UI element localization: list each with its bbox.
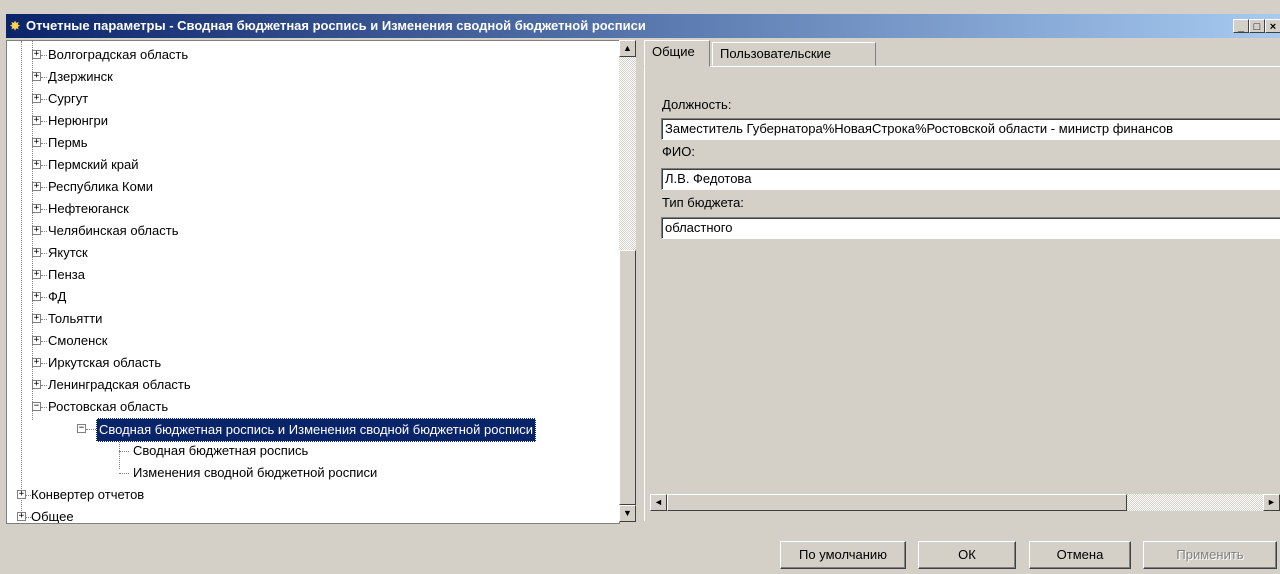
budget-type-label: Тип бюджета: xyxy=(662,195,744,210)
tab-general[interactable]: Общие xyxy=(644,40,710,67)
tree-item-label: Смоленск xyxy=(48,333,108,348)
tree-item-label: Челябинская область xyxy=(48,223,179,238)
scroll-down-button[interactable]: ▼ xyxy=(619,505,636,522)
minimize-button[interactable]: _ xyxy=(1233,19,1249,33)
expand-icon[interactable]: + xyxy=(32,358,41,367)
tree-item-label: Общее xyxy=(31,509,74,524)
tree-item-label: Ростовская область xyxy=(48,399,169,414)
tab-label: Пользовательские xyxy=(720,46,832,61)
tree-item-label: Волгоградская область xyxy=(48,47,189,62)
expand-icon[interactable]: + xyxy=(32,248,41,257)
expand-icon[interactable]: + xyxy=(32,50,41,59)
expand-icon[interactable]: + xyxy=(32,72,41,81)
tree-item-label: ФД xyxy=(48,289,67,304)
expand-icon[interactable]: + xyxy=(32,336,41,345)
tree-item-label: Конвертер отчетов xyxy=(31,487,145,502)
position-label: Должность: xyxy=(662,97,732,112)
tab-custom[interactable]: Пользовательские xyxy=(712,42,876,66)
tree-connector xyxy=(21,41,22,513)
tree-item-label: Нерюнгри xyxy=(48,113,109,128)
expand-icon[interactable]: + xyxy=(32,292,41,301)
expand-icon[interactable]: + xyxy=(32,314,41,323)
report-tree: + Волгоградская область + Дзержинск + Сургу… xyxy=(6,40,620,524)
expand-icon[interactable]: + xyxy=(32,270,41,279)
expand-icon[interactable]: + xyxy=(32,182,41,191)
tree-item-label: Пермь xyxy=(48,135,88,150)
expand-icon[interactable]: + xyxy=(32,116,41,125)
tree-item-label: Якутск xyxy=(48,245,88,260)
default-button[interactable]: По умолчанию xyxy=(780,541,906,569)
collapse-icon[interactable]: − xyxy=(77,424,86,433)
cancel-button[interactable]: Отмена xyxy=(1029,541,1131,569)
title-bar[interactable]: ✸ Отчетные параметры - Сводная бюджетная… xyxy=(6,14,1280,38)
expand-icon[interactable]: + xyxy=(32,380,41,389)
ok-button[interactable]: ОК xyxy=(918,541,1016,569)
tree-item-label: Пермский край xyxy=(48,157,139,172)
tree-item-label: Ленинградская область xyxy=(48,377,191,392)
close-button[interactable]: × xyxy=(1265,19,1280,33)
app-icon: ✸ xyxy=(10,19,21,33)
expand-icon[interactable]: + xyxy=(17,512,26,521)
tree-vertical-scrollbar[interactable]: ▲ ▼ xyxy=(619,40,636,522)
fio-field[interactable]: Л.В. Федотова xyxy=(661,168,1280,190)
scroll-left-button[interactable]: ◄ xyxy=(650,494,667,511)
maximize-button[interactable]: □ xyxy=(1249,19,1265,33)
tree-item-label: Тольятти xyxy=(48,311,103,326)
expand-icon[interactable]: + xyxy=(32,160,41,169)
tree-item-label: Иркутская область xyxy=(48,355,162,370)
expand-icon[interactable]: + xyxy=(32,226,41,235)
expand-icon[interactable]: + xyxy=(32,138,41,147)
tab-label: Общие xyxy=(652,44,695,59)
apply-button[interactable]: Применить xyxy=(1143,541,1277,569)
expand-icon[interactable]: + xyxy=(32,94,41,103)
scroll-up-button[interactable]: ▲ xyxy=(619,40,636,57)
tree-item-label: Нефтеюганск xyxy=(48,201,129,216)
window-title: Отчетные параметры - Сводная бюджетная р… xyxy=(26,18,646,33)
tree-item-label: Сводная бюджетная роспись xyxy=(133,443,309,458)
scroll-thumb[interactable] xyxy=(667,494,1127,511)
scroll-thumb[interactable] xyxy=(619,250,636,505)
tree-item-label: Дзержинск xyxy=(48,69,113,84)
collapse-icon[interactable]: − xyxy=(32,402,41,411)
expand-icon[interactable]: + xyxy=(17,490,26,499)
tree-item-label: Сургут xyxy=(48,91,89,106)
report-params-window: ✸ Отчетные параметры - Сводная бюджетная… xyxy=(0,0,1280,574)
tree-item-label: Республика Коми xyxy=(48,179,154,194)
budget-type-field[interactable]: областного xyxy=(661,217,1280,239)
expand-icon[interactable]: + xyxy=(32,204,41,213)
tree-item-label: Пенза xyxy=(48,267,85,282)
form-horizontal-scrollbar[interactable]: ◄ ► xyxy=(650,494,1280,511)
tree-item-label: Сводная бюджетная роспись и Изменения св… xyxy=(96,418,537,442)
position-field[interactable]: Заместитель Губернатора%НоваяСтрока%Рост… xyxy=(661,118,1280,140)
tree-item-label: Изменения сводной бюджетной росписи xyxy=(133,465,378,480)
scroll-right-button[interactable]: ► xyxy=(1263,494,1280,511)
fio-label: ФИО: xyxy=(662,144,695,159)
